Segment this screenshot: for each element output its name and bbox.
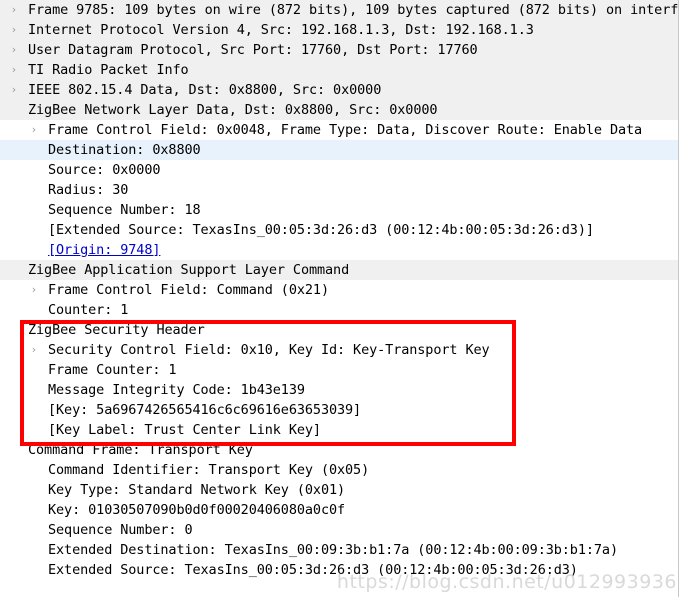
tree-row-label: Frame Control Field: 0x0048, Frame Type:… [48, 120, 642, 140]
tree-row-label: Frame 9785: 109 bytes on wire (872 bits)… [28, 0, 679, 20]
tree-row-cmd-sequence-number[interactable]: Sequence Number: 0 [0, 520, 679, 540]
tree-row-label: User Datagram Protocol, Src Port: 17760,… [28, 40, 478, 60]
tree-row-label: Frame Control Field: Command (0x21) [48, 280, 329, 300]
tree-row-label: Security Control Field: 0x10, Key Id: Ke… [48, 340, 490, 360]
tree-row-label: Message Integrity Code: 1b43e139 [48, 380, 305, 400]
tree-row-sec-security-control-field[interactable]: › Security Control Field: 0x10, Key Id: K… [0, 340, 679, 360]
tree-row-label: Extended Destination: TexasIns_00:09:3b:… [48, 540, 618, 560]
tree-row-sec-key-label[interactable]: [Key Label: Trust Center Link Key] [0, 420, 679, 440]
tree-row-nwk-radius[interactable]: Radius: 30 [0, 180, 679, 200]
tree-row-zigbee-nwk[interactable]: ⱟ ZigBee Network Layer Data, Dst: 0x8800,… [0, 100, 679, 120]
tree-row-frame[interactable]: › Frame 9785: 109 bytes on wire (872 bits… [0, 0, 679, 20]
tree-row-label: ZigBee Application Support Layer Command [28, 260, 349, 280]
tree-row-cmd-extended-destination[interactable]: Extended Destination: TexasIns_00:09:3b:… [0, 540, 679, 560]
tree-row-label: [Extended Source: TexasIns_00:05:3d:26:d… [48, 220, 594, 240]
tree-row-label: [Key: 5a6967426565416c6c69616e63653039] [48, 400, 361, 420]
tree-row-cmd-command-identifier[interactable]: Command Identifier: Transport Key (0x05) [0, 460, 679, 480]
tree-row-sec-frame-counter[interactable]: Frame Counter: 1 [0, 360, 679, 380]
chevron-down-icon[interactable]: ⱟ [7, 260, 21, 280]
tree-row-label: Key: 01030507090b0d0f00020406080a0c0f [48, 500, 345, 520]
tree-row-label: [Origin: 9748] [48, 240, 160, 260]
watermark-text: https://blog.csdn.net/u012993936 [337, 571, 677, 593]
tree-row-command-frame[interactable]: ⱟ Command Frame: Transport Key [0, 440, 679, 460]
tree-row-zigbee-security-header[interactable]: ⱟ ZigBee Security Header [0, 320, 679, 340]
tree-row-label: Key Type: Standard Network Key (0x01) [48, 480, 345, 500]
tree-row-label: Destination: 0x8800 [48, 140, 201, 160]
tree-row-label: TI Radio Packet Info [28, 60, 189, 80]
tree-row-label: Radius: 30 [48, 180, 128, 200]
tree-row-nwk-sequence-number[interactable]: Sequence Number: 18 [0, 200, 679, 220]
tree-row-label: Command Frame: Transport Key [28, 440, 253, 460]
tree-row-label: Sequence Number: 0 [48, 520, 193, 540]
tree-row-label: ZigBee Network Layer Data, Dst: 0x8800, … [28, 100, 437, 120]
tree-row-nwk-destination[interactable]: Destination: 0x8800 [0, 140, 679, 160]
tree-row-sec-key[interactable]: [Key: 5a6967426565416c6c69616e63653039] [0, 400, 679, 420]
chevron-right-icon[interactable]: › [27, 280, 41, 300]
chevron-down-icon[interactable]: ⱟ [7, 320, 21, 340]
tree-row-nwk-extended-source[interactable]: [Extended Source: TexasIns_00:05:3d:26:d… [0, 220, 679, 240]
tree-row-label: Source: 0x0000 [48, 160, 160, 180]
tree-row-label: Sequence Number: 18 [48, 200, 201, 220]
tree-row-ipv4[interactable]: › Internet Protocol Version 4, Src: 192.1… [0, 20, 679, 40]
tree-row-zigbee-aps[interactable]: ⱟ ZigBee Application Support Layer Comman… [0, 260, 679, 280]
tree-row-label: Command Identifier: Transport Key (0x05) [48, 460, 369, 480]
tree-row-nwk-frame-control-field[interactable]: › Frame Control Field: 0x0048, Frame Type… [0, 120, 679, 140]
chevron-down-icon[interactable]: ⱟ [7, 100, 21, 120]
tree-row-label: IEEE 802.15.4 Data, Dst: 0x8800, Src: 0x… [28, 80, 381, 100]
tree-row-cmd-key-type[interactable]: Key Type: Standard Network Key (0x01) [0, 480, 679, 500]
packet-detail-tree[interactable]: › Frame 9785: 109 bytes on wire (872 bits… [0, 0, 679, 597]
tree-row-sec-message-integrity-code[interactable]: Message Integrity Code: 1b43e139 [0, 380, 679, 400]
tree-row-label: Internet Protocol Version 4, Src: 192.16… [28, 20, 534, 40]
chevron-right-icon[interactable]: › [27, 120, 41, 140]
chevron-right-icon[interactable]: › [7, 20, 21, 40]
tree-row-cmd-key[interactable]: Key: 01030507090b0d0f00020406080a0c0f [0, 500, 679, 520]
chevron-right-icon[interactable]: › [7, 80, 21, 100]
chevron-right-icon[interactable]: › [27, 340, 41, 360]
tree-row-aps-counter[interactable]: Counter: 1 [0, 300, 679, 320]
chevron-right-icon[interactable]: › [7, 0, 21, 20]
tree-row-label: [Key Label: Trust Center Link Key] [48, 420, 321, 440]
tree-row-ieee802154[interactable]: › IEEE 802.15.4 Data, Dst: 0x8800, Src: 0… [0, 80, 679, 100]
chevron-right-icon[interactable]: › [7, 40, 21, 60]
tree-row-nwk-source[interactable]: Source: 0x0000 [0, 160, 679, 180]
tree-row-ti-radio-packet-info[interactable]: › TI Radio Packet Info [0, 60, 679, 80]
tree-row-label: Frame Counter: 1 [48, 360, 176, 380]
tree-row-aps-frame-control-field[interactable]: › Frame Control Field: Command (0x21) [0, 280, 679, 300]
tree-row-label: ZigBee Security Header [28, 320, 205, 340]
chevron-down-icon[interactable]: ⱟ [7, 440, 21, 460]
chevron-right-icon[interactable]: › [7, 60, 21, 80]
tree-row-nwk-origin[interactable]: [Origin: 9748] [0, 240, 679, 260]
tree-row-label: Counter: 1 [48, 300, 128, 320]
tree-row-udp[interactable]: › User Datagram Protocol, Src Port: 17760… [0, 40, 679, 60]
